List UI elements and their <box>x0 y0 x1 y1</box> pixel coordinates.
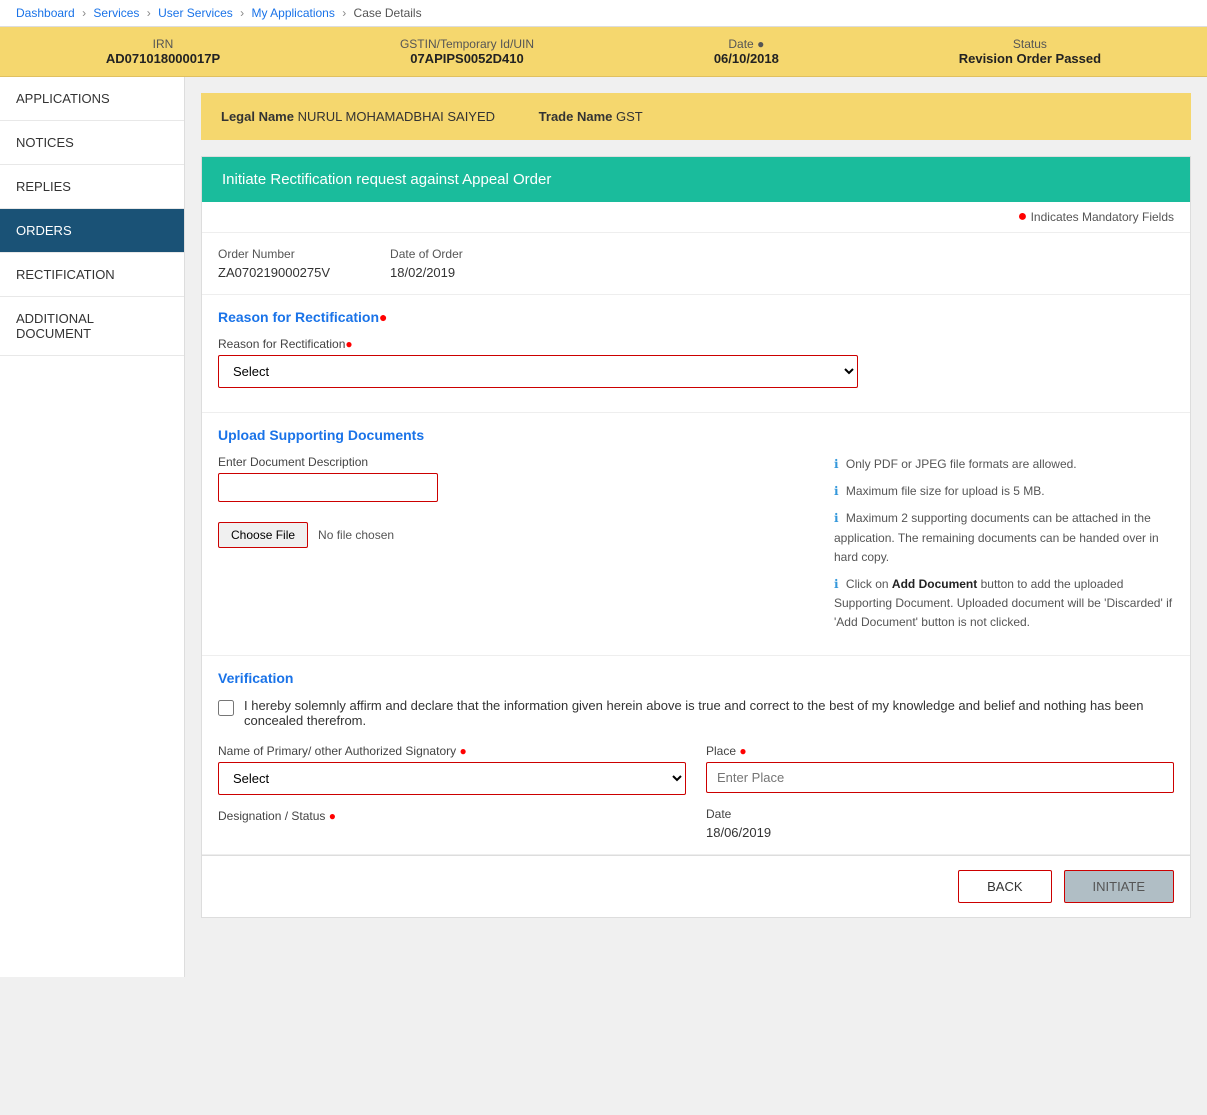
sidebar-item-rectification[interactable]: RECTIFICATION <box>0 253 184 297</box>
order-number-group: Order Number ZA070219000275V <box>218 247 330 280</box>
place-input[interactable] <box>706 762 1174 793</box>
verification-section: Verification I hereby solemnly affirm an… <box>202 656 1190 855</box>
upload-grid: Enter Document Description Choose File N… <box>218 455 1174 641</box>
verification-title: Verification <box>218 670 1174 686</box>
legal-bar: Legal Name NURUL MOHAMADBHAI SAIYED Trad… <box>201 93 1191 140</box>
upload-left: Enter Document Description Choose File N… <box>218 455 814 641</box>
place-label: Place ● <box>706 744 1174 758</box>
irn-label: IRN <box>106 37 220 51</box>
reason-section: Reason for Rectification● Reason for Rec… <box>202 295 1190 413</box>
doc-desc-label: Enter Document Description <box>218 455 814 469</box>
verification-declaration: I hereby solemnly affirm and declare tha… <box>218 698 1174 728</box>
status-cell: Status Revision Order Passed <box>959 37 1101 66</box>
date-label: Date <box>706 807 1174 821</box>
date-label: Date ● <box>714 37 779 51</box>
content-area: Legal Name NURUL MOHAMADBHAI SAIYED Trad… <box>185 77 1207 977</box>
info-icon-2: ℹ <box>834 484 839 498</box>
legal-name-field: Legal Name NURUL MOHAMADBHAI SAIYED <box>221 109 499 124</box>
info-icon-3: ℹ <box>834 511 839 525</box>
reason-field-label: Reason for Rectification● <box>218 337 1174 351</box>
mandatory-note: ● Indicates Mandatory Fields <box>202 202 1190 233</box>
gstin-cell: GSTIN/Temporary Id/UIN 07APIPS0052D410 <box>400 37 534 66</box>
sidebar-item-additional-document[interactable]: ADDITIONAL DOCUMENT <box>0 297 184 356</box>
hint-3: ℹ Maximum 2 supporting documents can be … <box>834 509 1174 567</box>
signatory-label: Name of Primary/ other Authorized Signat… <box>218 744 686 758</box>
breadcrumb-dashboard[interactable]: Dashboard <box>16 6 75 20</box>
date-of-order-group: Date of Order 18/02/2019 <box>390 247 463 280</box>
sidebar-item-replies[interactable]: REPLIES <box>0 165 184 209</box>
upload-section: Upload Supporting Documents Enter Docume… <box>202 413 1190 656</box>
status-value: Revision Order Passed <box>959 51 1101 66</box>
doc-desc-input[interactable] <box>218 473 438 502</box>
date-group: Date 18/06/2019 <box>706 807 1174 840</box>
hint-1: ℹ Only PDF or JPEG file formats are allo… <box>834 455 1174 474</box>
date-value: 06/10/2018 <box>714 51 779 66</box>
gstin-value: 07APIPS0052D410 <box>400 51 534 66</box>
gstin-label: GSTIN/Temporary Id/UIN <box>400 37 534 51</box>
choose-file-button[interactable]: Choose File <box>218 522 308 548</box>
breadcrumb-my-applications[interactable]: My Applications <box>251 6 334 20</box>
irn-cell: IRN AD071018000017P <box>106 37 220 66</box>
info-bar: IRN AD071018000017P GSTIN/Temporary Id/U… <box>0 27 1207 77</box>
info-icon-1: ℹ <box>834 457 839 471</box>
date-value: 18/06/2019 <box>706 825 1174 840</box>
mandatory-dot: ● <box>1018 208 1028 225</box>
order-number-label: Order Number <box>218 247 330 261</box>
teal-header: Initiate Rectification request against A… <box>202 157 1190 202</box>
designation-label: Designation / Status ● <box>218 809 686 823</box>
hint-4: ℹ Click on Add Document button to add th… <box>834 575 1174 633</box>
breadcrumb-services[interactable]: Services <box>93 6 139 20</box>
declaration-text: I hereby solemnly affirm and declare tha… <box>244 698 1174 728</box>
file-input-row: Choose File No file chosen <box>218 522 814 548</box>
no-file-text: No file chosen <box>318 528 394 542</box>
breadcrumb-user-services[interactable]: User Services <box>158 6 233 20</box>
verification-checkbox[interactable] <box>218 700 234 716</box>
order-number-value: ZA070219000275V <box>218 265 330 280</box>
breadcrumb-case-details: Case Details <box>354 6 422 20</box>
breadcrumb: Dashboard › Services › User Services › M… <box>0 0 1207 27</box>
status-label: Status <box>959 37 1101 51</box>
initiate-button[interactable]: INITIATE <box>1064 870 1174 903</box>
hint-2: ℹ Maximum file size for upload is 5 MB. <box>834 482 1174 501</box>
reason-section-title: Reason for Rectification● <box>218 309 1174 325</box>
reason-form-row: Reason for Rectification● Select Arithme… <box>218 337 1174 388</box>
back-button[interactable]: BACK <box>958 870 1051 903</box>
sidebar: APPLICATIONS NOTICES REPLIES ORDERS RECT… <box>0 77 185 977</box>
designation-group: Designation / Status ● <box>218 809 686 823</box>
sidebar-item-notices[interactable]: NOTICES <box>0 121 184 165</box>
signatory-select[interactable]: Select <box>218 762 686 795</box>
sidebar-item-applications[interactable]: APPLICATIONS <box>0 77 184 121</box>
irn-value: AD071018000017P <box>106 51 220 66</box>
upload-section-title: Upload Supporting Documents <box>218 427 1174 443</box>
date-of-order-value: 18/02/2019 <box>390 265 463 280</box>
bottom-bar: BACK INITIATE <box>202 855 1190 917</box>
signatory-group: Name of Primary/ other Authorized Signat… <box>218 744 686 840</box>
place-date-group: Place ● Date 18/06/2019 <box>706 744 1174 840</box>
info-icon-4: ℹ <box>834 577 839 591</box>
form-container: Initiate Rectification request against A… <box>201 156 1191 918</box>
verification-fields: Name of Primary/ other Authorized Signat… <box>218 744 1174 840</box>
date-cell: Date ● 06/10/2018 <box>714 37 779 66</box>
trade-name-field: Trade Name GST <box>539 109 643 124</box>
sidebar-item-orders[interactable]: ORDERS <box>0 209 184 253</box>
main-layout: APPLICATIONS NOTICES REPLIES ORDERS RECT… <box>0 77 1207 977</box>
order-info: Order Number ZA070219000275V Date of Ord… <box>202 233 1190 295</box>
reason-select[interactable]: Select Arithmetical Error Factual Error … <box>218 355 858 388</box>
upload-hints: ℹ Only PDF or JPEG file formats are allo… <box>834 455 1174 641</box>
date-of-order-label: Date of Order <box>390 247 463 261</box>
